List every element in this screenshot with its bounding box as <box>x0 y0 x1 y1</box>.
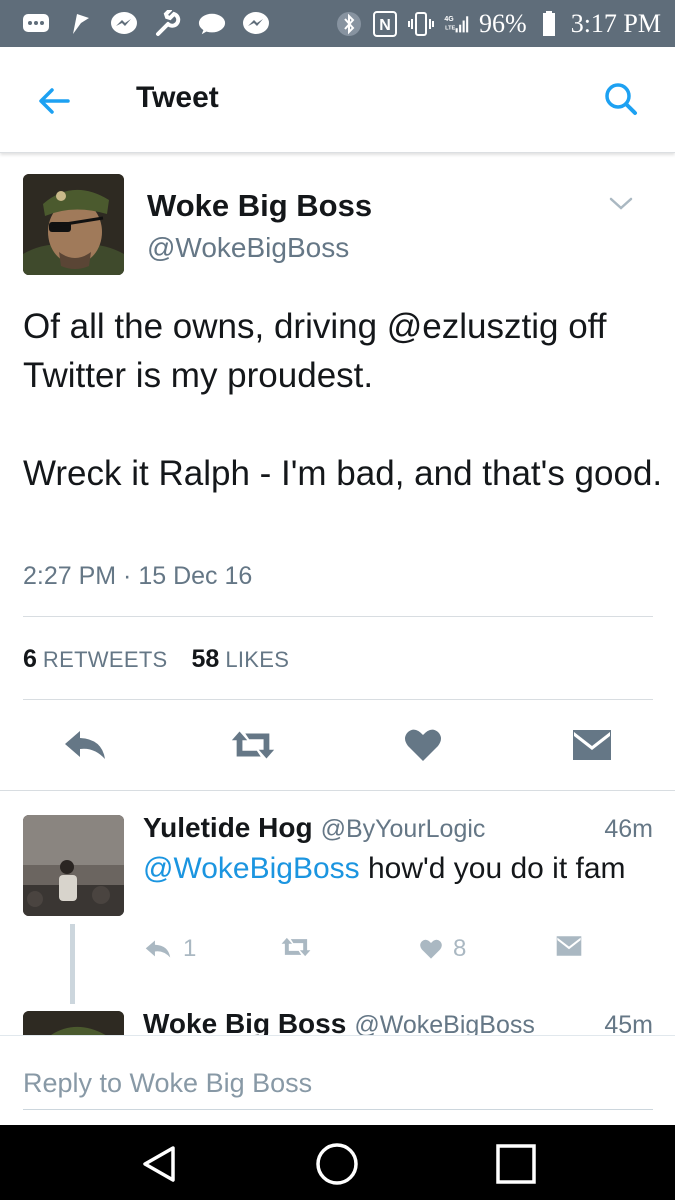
reply-text-body: how'd you do it fam <box>359 852 626 885</box>
recents-nav-button[interactable] <box>491 1139 541 1189</box>
avatar[interactable] <box>23 815 124 916</box>
wrench-icon <box>154 9 182 37</box>
author-name[interactable]: Woke Big Boss <box>147 188 372 224</box>
heart-icon <box>405 729 441 761</box>
likes-label: LIKES <box>225 647 290 672</box>
reply-like-button[interactable]: 8 <box>419 935 466 963</box>
like-button[interactable] <box>398 722 448 768</box>
retweet-icon <box>231 731 275 759</box>
svg-text:LTE: LTE <box>445 25 455 31</box>
square-recents-icon <box>496 1144 536 1184</box>
arrow-left-icon <box>39 88 70 114</box>
reply-actions: 1 8 <box>143 935 653 971</box>
reply-composer <box>0 1035 675 1125</box>
tweet-actions <box>0 712 675 778</box>
reply-time: 45m <box>604 1011 653 1035</box>
back-nav-button[interactable] <box>134 1139 184 1189</box>
messenger-icon <box>110 11 138 37</box>
flag-icon <box>66 11 94 37</box>
tweet-stats: 6 RETWEETS 58 LIKES <box>23 645 289 674</box>
tweet-text-line: Wreck it Ralph - I'm bad, and that's goo… <box>23 454 663 493</box>
home-nav-button[interactable] <box>312 1139 362 1189</box>
reply-reply-button[interactable]: 1 <box>143 935 196 963</box>
reply-dm-button[interactable] <box>555 935 583 957</box>
thread-line <box>70 924 75 1004</box>
triangle-back-icon <box>143 1146 175 1182</box>
circle-home-icon <box>316 1143 358 1185</box>
reply-icon <box>65 731 105 759</box>
reply-input[interactable] <box>23 1058 653 1110</box>
avatar[interactable] <box>23 1011 124 1035</box>
messenger-icon <box>242 11 270 37</box>
retweets-label: RETWEETS <box>42 647 168 672</box>
reply-author-name[interactable]: Yuletide Hog <box>143 812 313 844</box>
vibrate-icon <box>407 11 435 37</box>
reply-count: 1 <box>183 935 197 962</box>
battery-icon <box>535 10 563 37</box>
chat-bubble-icon <box>198 11 226 37</box>
tweet-text-line: Of all the owns, driving @ezlusztig off … <box>23 307 607 395</box>
page-title: Tweet <box>136 81 219 114</box>
reply-button[interactable] <box>60 722 110 768</box>
envelope-icon <box>556 936 582 956</box>
tweet-timestamp: 2:27 PM · 15 Dec 16 <box>23 562 253 590</box>
reply-author-handle[interactable]: @WokeBigBoss <box>354 1011 535 1035</box>
retweets-count: 6 <box>23 645 37 673</box>
bluetooth-icon <box>335 11 363 37</box>
reply-retweet-button[interactable] <box>279 935 313 959</box>
author-handle[interactable]: @WokeBigBoss <box>147 232 349 264</box>
tweet-menu-button[interactable] <box>606 192 636 214</box>
chevron-down-icon <box>609 197 633 210</box>
status-bar: N 4G LTE 96% 3:17 PM <box>0 0 675 47</box>
list-item[interactable]: Woke Big Boss @WokeBigBoss 45m <box>0 1005 675 1035</box>
avatar[interactable] <box>23 174 124 275</box>
back-button[interactable] <box>34 81 74 121</box>
search-icon <box>605 83 637 115</box>
envelope-icon <box>573 730 611 760</box>
retweet-button[interactable] <box>228 722 278 768</box>
reply-time: 46m <box>604 815 653 843</box>
divider <box>23 699 653 700</box>
heart-icon <box>420 939 442 959</box>
likes-count: 58 <box>191 645 220 673</box>
direct-message-button[interactable] <box>567 722 617 768</box>
reply-author-handle[interactable]: @ByYourLogic <box>321 815 486 844</box>
reply-text: @WokeBigBoss how'd you do it fam <box>143 852 626 886</box>
reply-header: Woke Big Boss @WokeBigBoss 45m <box>143 1008 653 1035</box>
messages-icon <box>22 11 50 37</box>
battery-percent: 96% <box>479 8 527 38</box>
tweet-text: Of all the owns, driving @ezlusztig off … <box>23 302 663 498</box>
retweet-icon <box>281 937 311 957</box>
reply-header: Yuletide Hog @ByYourLogic 46m <box>143 812 653 844</box>
system-nav-bar <box>0 1125 675 1200</box>
like-count: 8 <box>453 935 467 962</box>
app-header: Tweet <box>0 47 675 153</box>
likes-stat[interactable]: 58 LIKES <box>192 645 290 674</box>
search-button[interactable] <box>601 79 641 119</box>
reply-icon <box>145 940 171 958</box>
reply-author-name[interactable]: Woke Big Boss <box>143 1008 346 1035</box>
divider <box>23 616 653 617</box>
svg-text:N: N <box>379 17 391 34</box>
svg-text:4G: 4G <box>444 16 454 23</box>
clock: 3:17 PM <box>570 8 661 38</box>
nfc-icon: N <box>371 10 399 37</box>
retweets-stat[interactable]: 6 RETWEETS <box>23 645 168 674</box>
divider <box>0 790 675 791</box>
mention-link[interactable]: @WokeBigBoss <box>143 852 360 885</box>
signal-icon: 4G LTE <box>443 11 471 37</box>
